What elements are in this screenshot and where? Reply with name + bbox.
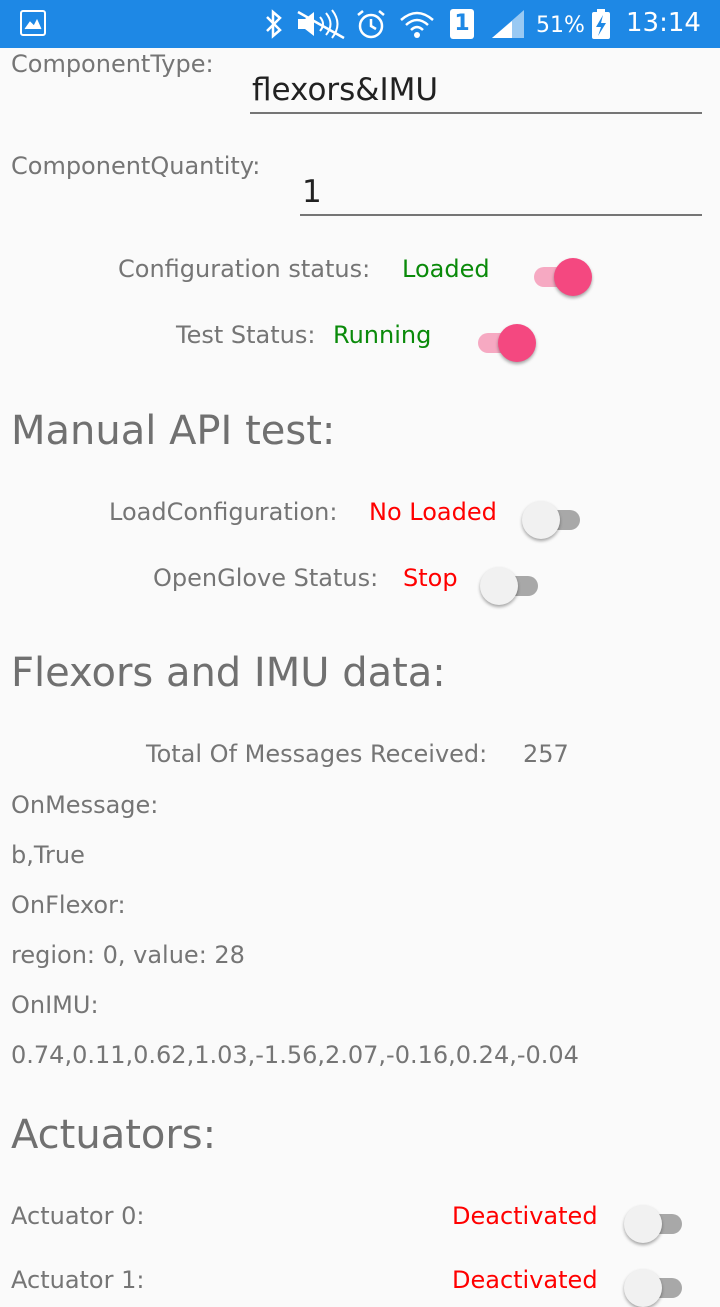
- total-messages-value: 257: [523, 740, 569, 768]
- toggle-thumb: [554, 258, 592, 296]
- component-type-label: ComponentType:: [11, 50, 214, 78]
- sim-slot-badge: 1: [450, 9, 474, 39]
- configuration-status-toggle[interactable]: [528, 256, 592, 296]
- wifi-icon: [400, 11, 434, 38]
- actuator-label: Actuator 1:: [11, 1266, 145, 1294]
- main-content: ComponentType: flexors&IMU ComponentQuan…: [0, 48, 720, 1307]
- configuration-status-value: Loaded: [402, 255, 490, 283]
- on-flexor-label: OnFlexor:: [11, 891, 126, 919]
- bluetooth-icon: [266, 9, 282, 39]
- component-quantity-field[interactable]: 1: [300, 170, 702, 216]
- on-imu-value: 0.74,0.11,0.62,1.03,-1.56,2.07,-0.16,0.2…: [11, 1041, 579, 1069]
- actuator-status: Deactivated: [452, 1202, 598, 1230]
- toggle-thumb: [498, 324, 536, 362]
- actuator-toggle[interactable]: [624, 1267, 688, 1307]
- actuators-heading: Actuators:: [11, 1112, 217, 1158]
- toggle-thumb: [480, 567, 518, 605]
- on-message-value: b,True: [11, 841, 85, 869]
- alarm-icon: [357, 10, 385, 39]
- status-bar: 1 51% 13:14: [0, 0, 720, 48]
- test-status-label: Test Status:: [176, 321, 316, 349]
- toggle-thumb: [624, 1269, 662, 1307]
- test-status-value: Running: [333, 321, 432, 349]
- actuator-label: Actuator 0:: [11, 1202, 145, 1230]
- mute-icon: [297, 9, 345, 40]
- clock: 13:14: [626, 8, 701, 38]
- actuator-toggle[interactable]: [624, 1203, 688, 1243]
- load-configuration-label: LoadConfiguration:: [109, 498, 338, 526]
- battery-charging-icon: [592, 9, 610, 39]
- actuator-status: Deactivated: [452, 1266, 598, 1294]
- test-status-toggle[interactable]: [472, 322, 536, 362]
- component-quantity-label: ComponentQuantity:: [11, 152, 261, 180]
- sim-slot-number: 1: [454, 11, 470, 36]
- on-imu-label: OnIMU:: [11, 991, 99, 1019]
- openglove-status-label: OpenGlove Status:: [153, 564, 379, 592]
- openglove-status-toggle[interactable]: [480, 565, 544, 605]
- manual-api-test-heading: Manual API test:: [11, 408, 336, 454]
- flexors-imu-heading: Flexors and IMU data:: [11, 650, 446, 696]
- component-type-field[interactable]: flexors&IMU: [250, 68, 702, 114]
- battery-percent: 51%: [536, 13, 585, 38]
- total-messages-label: Total Of Messages Received:: [146, 740, 488, 768]
- load-configuration-toggle[interactable]: [522, 499, 586, 539]
- gallery-notification-icon: [20, 10, 46, 36]
- toggle-thumb: [522, 501, 560, 539]
- load-configuration-value: No Loaded: [369, 498, 497, 526]
- signal-icon: [492, 10, 524, 38]
- openglove-status-value: Stop: [403, 564, 458, 592]
- toggle-thumb: [624, 1205, 662, 1243]
- on-message-label: OnMessage:: [11, 791, 159, 819]
- on-flexor-value: region: 0, value: 28: [11, 941, 245, 969]
- configuration-status-label: Configuration status:: [118, 255, 371, 283]
